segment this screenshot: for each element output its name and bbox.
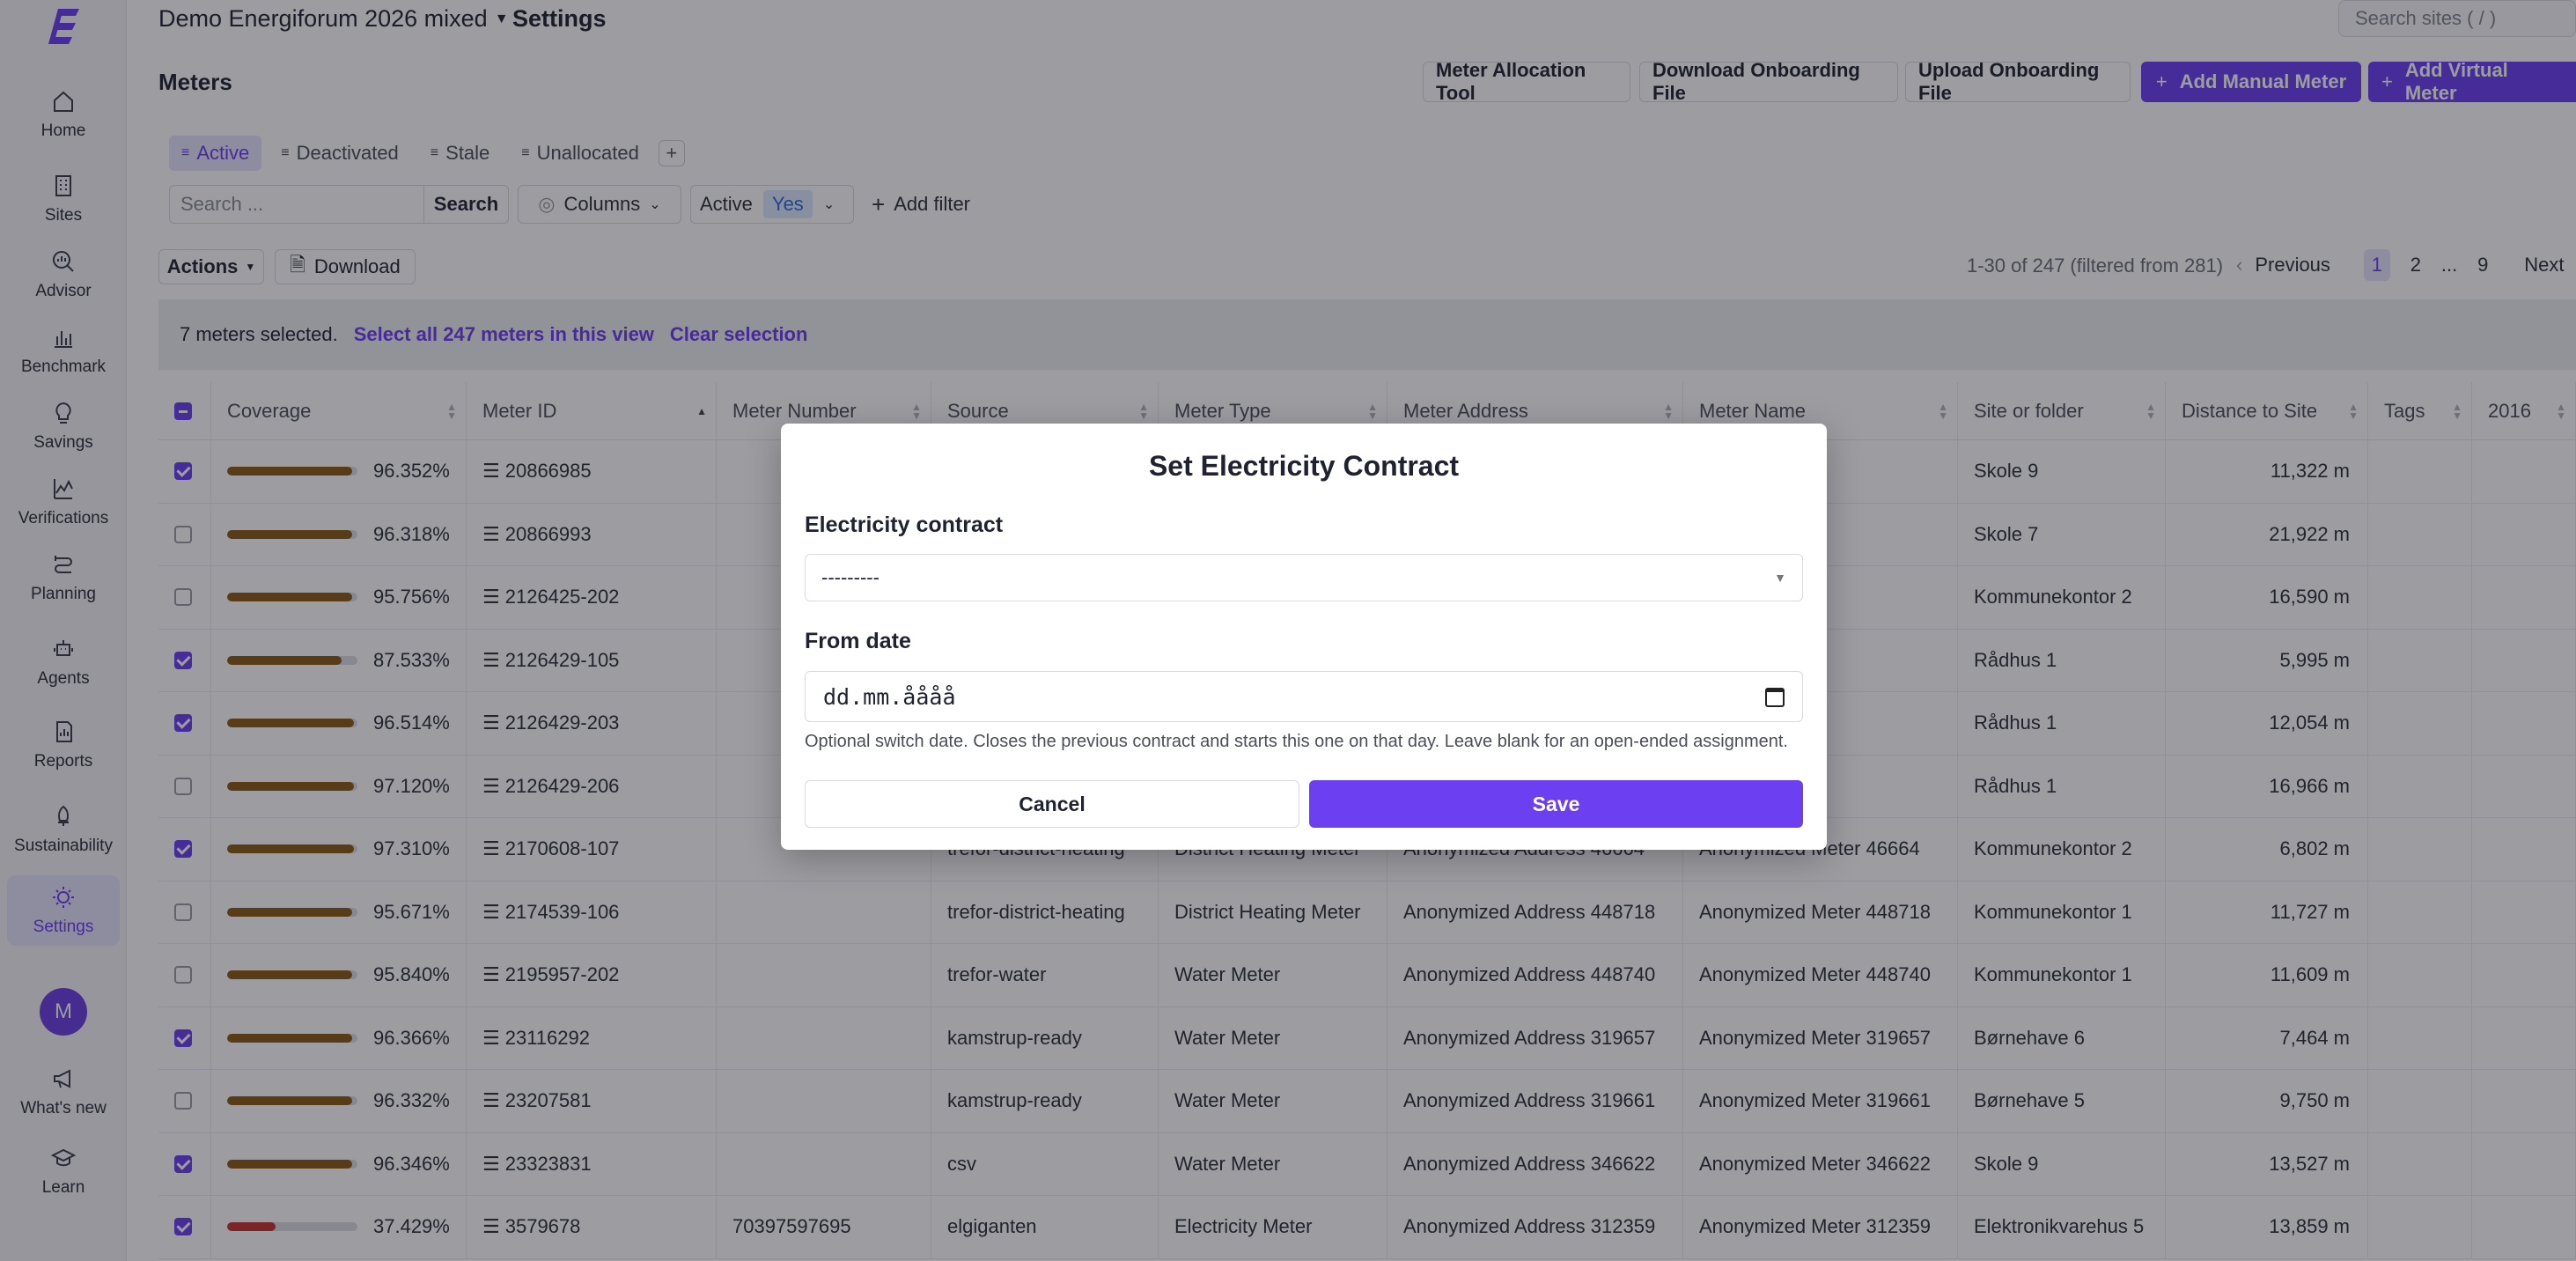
from-date-input[interactable]: dd.mm.åååå — [805, 671, 1803, 722]
contract-label: Electricity contract — [805, 513, 1004, 537]
save-button[interactable]: Save — [1309, 780, 1803, 828]
caret-down-icon: ▼ — [1774, 571, 1786, 585]
electricity-contract-select[interactable]: --------- ▼ — [805, 554, 1803, 601]
contract-selected-value: --------- — [821, 566, 880, 588]
dialog-title: Set Electricity Contract — [1148, 450, 1460, 482]
set-electricity-contract-dialog: Set Electricity Contract Electricity con… — [781, 424, 1827, 850]
from-date-help-text: Optional switch date. Closes the previou… — [805, 732, 1788, 751]
calendar-icon[interactable] — [1765, 688, 1785, 707]
date-placeholder: dd.mm.åååå — [823, 683, 956, 710]
cancel-button[interactable]: Cancel — [805, 780, 1299, 828]
from-date-label: From date — [805, 629, 911, 653]
